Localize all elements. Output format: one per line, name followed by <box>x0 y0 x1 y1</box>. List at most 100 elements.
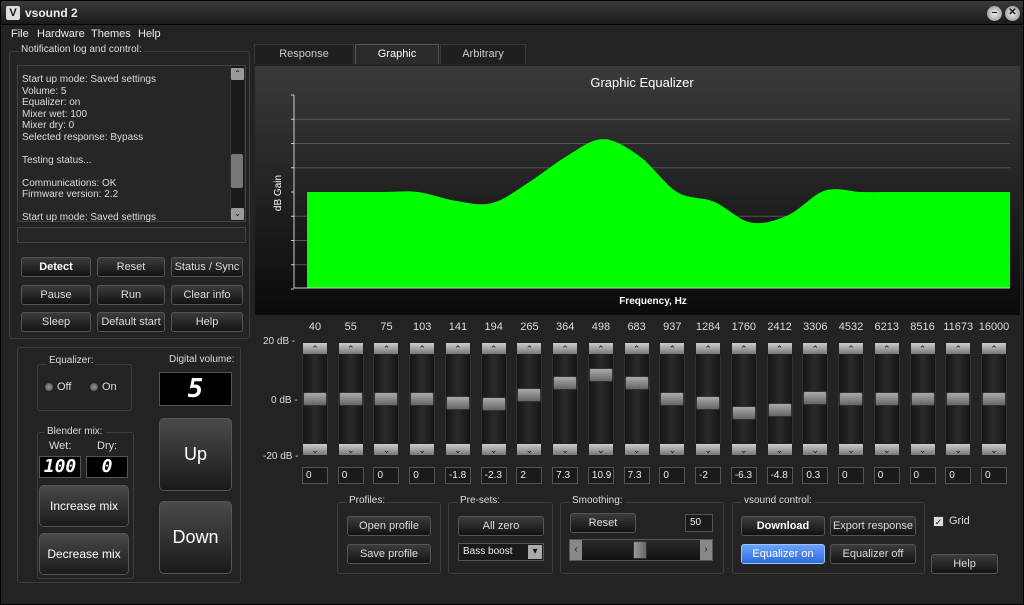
band-gain-field[interactable]: 0 <box>981 467 1007 484</box>
band-down-icon[interactable]: ⌄ <box>981 443 1007 456</box>
equalizer-off-radio[interactable] <box>44 382 54 392</box>
download-button[interactable]: Download <box>741 516 825 536</box>
band-up-icon[interactable]: ⌃ <box>766 342 793 355</box>
band-gain-field[interactable]: 0 <box>873 467 900 484</box>
band-down-icon[interactable]: ⌄ <box>695 443 722 456</box>
band-down-icon[interactable]: ⌄ <box>587 443 614 456</box>
band-up-icon[interactable]: ⌃ <box>302 342 328 355</box>
band-up-icon[interactable]: ⌃ <box>480 342 507 355</box>
close-icon[interactable]: ✕ <box>1005 6 1020 21</box>
band-slider-track[interactable] <box>730 342 757 456</box>
band-slider-thumb[interactable] <box>338 392 363 406</box>
band-down-icon[interactable]: ⌄ <box>337 443 364 456</box>
band-down-icon[interactable]: ⌄ <box>516 443 543 456</box>
smoothing-thumb[interactable] <box>633 541 647 559</box>
band-slider-thumb[interactable] <box>874 392 899 406</box>
status-sync-button[interactable]: Status / Sync <box>171 257 243 277</box>
band-up-icon[interactable]: ⌃ <box>516 342 543 355</box>
band-down-icon[interactable]: ⌄ <box>766 443 793 456</box>
minimize-icon[interactable]: – <box>987 6 1002 21</box>
band-slider-thumb[interactable] <box>982 392 1006 406</box>
band-gain-field[interactable]: 0 <box>337 467 364 484</box>
band-down-icon[interactable]: ⌄ <box>802 443 829 456</box>
decrease-mix-button[interactable]: Decrease mix <box>39 533 129 575</box>
band-up-icon[interactable]: ⌃ <box>623 342 650 355</box>
band-slider-thumb[interactable] <box>517 387 542 402</box>
all-zero-button[interactable]: All zero <box>458 516 544 536</box>
band-slider-thumb[interactable] <box>767 402 792 417</box>
band-gain-field[interactable]: 7.3 <box>552 467 579 484</box>
band-down-icon[interactable]: ⌄ <box>730 443 757 456</box>
scroll-up-icon[interactable]: ⌃ <box>231 68 244 80</box>
band-up-icon[interactable]: ⌃ <box>838 342 865 355</box>
band-up-icon[interactable]: ⌃ <box>337 342 364 355</box>
band-up-icon[interactable]: ⌃ <box>444 342 471 355</box>
band-slider-thumb[interactable] <box>410 392 435 406</box>
slider-right-icon[interactable]: › <box>700 540 712 560</box>
band-gain-field[interactable]: 0.3 <box>802 467 829 484</box>
clear-info-button[interactable]: Clear info <box>171 285 243 305</box>
chevron-down-icon[interactable]: ▾ <box>528 545 542 559</box>
band-down-icon[interactable]: ⌄ <box>409 443 436 456</box>
equalizer-on-button[interactable]: Equalizer on <box>741 544 825 564</box>
equalizer-off-button[interactable]: Equalizer off <box>830 544 916 564</box>
band-gain-field[interactable]: 0 <box>659 467 686 484</box>
reset-button[interactable]: Reset <box>97 257 165 277</box>
band-slider-thumb[interactable] <box>553 375 578 390</box>
open-profile-button[interactable]: Open profile <box>347 516 431 536</box>
increase-mix-button[interactable]: Increase mix <box>39 485 129 527</box>
tab-response-download[interactable]: Response Download <box>254 44 354 79</box>
band-up-icon[interactable]: ⌃ <box>373 342 400 355</box>
scroll-thumb[interactable] <box>231 154 243 188</box>
band-slider-track[interactable] <box>766 342 793 456</box>
detect-button[interactable]: Detect <box>21 257 91 277</box>
band-slider-thumb[interactable] <box>803 391 828 406</box>
presets-select[interactable]: Bass boost ▾ <box>458 543 544 561</box>
band-slider-track[interactable] <box>587 342 614 456</box>
band-gain-field[interactable]: -1.8 <box>444 467 471 484</box>
band-gain-field[interactable]: 0 <box>909 467 936 484</box>
band-gain-field[interactable]: 2 <box>516 467 543 484</box>
band-slider-track[interactable] <box>623 342 650 456</box>
band-up-icon[interactable]: ⌃ <box>909 342 936 355</box>
smoothing-value-field[interactable]: 50 <box>685 514 713 532</box>
band-gain-field[interactable]: -2 <box>695 467 722 484</box>
tab-graphic-equalizer[interactable]: Graphic Equalizer <box>355 44 439 79</box>
menu-help[interactable]: Help <box>138 28 161 40</box>
grid-checkbox[interactable]: ✓ <box>933 516 944 527</box>
default-start-button[interactable]: Default start <box>97 312 165 332</box>
band-gain-field[interactable]: 0 <box>945 467 972 484</box>
band-down-icon[interactable]: ⌄ <box>302 443 328 456</box>
band-up-icon[interactable]: ⌃ <box>730 342 757 355</box>
band-slider-thumb[interactable] <box>731 405 756 420</box>
log-scrollbar[interactable] <box>230 66 244 221</box>
sleep-button[interactable]: Sleep <box>21 312 91 332</box>
slider-left-icon[interactable]: ‹ <box>570 540 582 560</box>
band-slider-thumb[interactable] <box>588 368 613 383</box>
band-up-icon[interactable]: ⌃ <box>873 342 900 355</box>
menu-themes[interactable]: Themes <box>91 28 131 40</box>
band-up-icon[interactable]: ⌃ <box>981 342 1007 355</box>
band-slider-thumb[interactable] <box>374 392 399 406</box>
band-slider-thumb[interactable] <box>660 392 685 406</box>
band-gain-field[interactable]: 0 <box>409 467 436 484</box>
smoothing-slider[interactable]: ‹ › <box>569 539 713 561</box>
band-slider-thumb[interactable] <box>696 396 721 411</box>
band-up-icon[interactable]: ⌃ <box>587 342 614 355</box>
band-down-icon[interactable]: ⌄ <box>659 443 686 456</box>
band-down-icon[interactable]: ⌄ <box>873 443 900 456</box>
band-up-icon[interactable]: ⌃ <box>409 342 436 355</box>
run-button[interactable]: Run <box>97 285 165 305</box>
band-gain-field[interactable]: -6.3 <box>730 467 757 484</box>
equalizer-on-radio[interactable] <box>89 382 99 392</box>
scroll-down-icon[interactable]: ⌄ <box>231 208 244 220</box>
band-gain-field[interactable]: 7.3 <box>623 467 650 484</box>
volume-down-button[interactable]: Down <box>159 501 232 574</box>
band-slider-thumb[interactable] <box>481 397 506 412</box>
help-button-left[interactable]: Help <box>171 312 243 332</box>
tab-arbitrary-equalizer[interactable]: Arbitrary Equalizer <box>440 44 526 79</box>
band-slider-thumb[interactable] <box>445 395 470 410</box>
menu-file[interactable]: File <box>11 28 29 40</box>
band-down-icon[interactable]: ⌄ <box>945 443 972 456</box>
band-up-icon[interactable]: ⌃ <box>802 342 829 355</box>
